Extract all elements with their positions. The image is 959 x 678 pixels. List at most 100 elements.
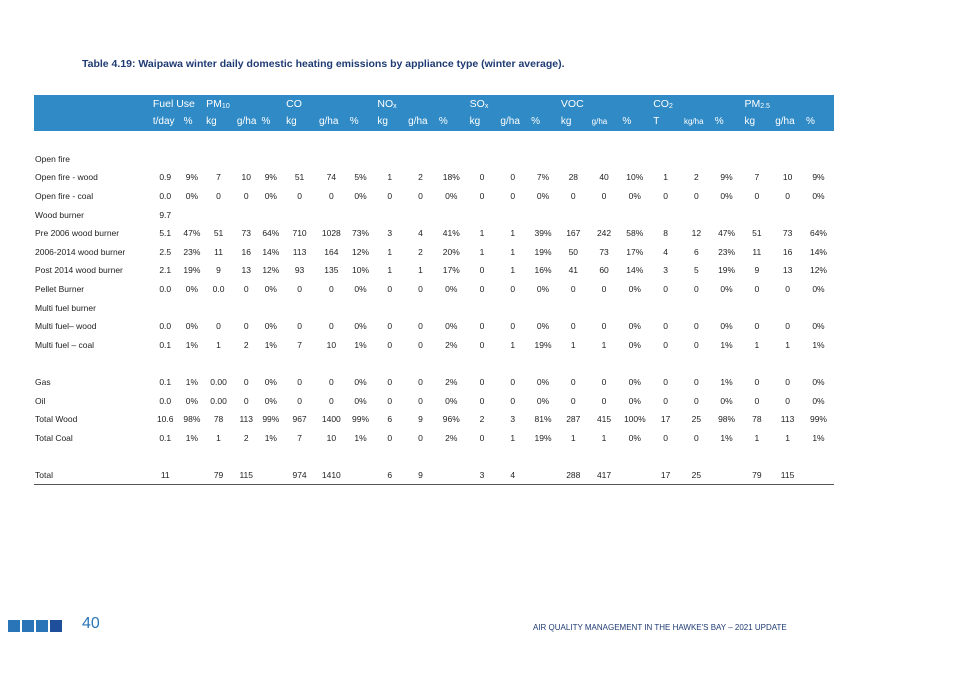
table-cell [258, 465, 284, 486]
table-cell: 79 [203, 465, 234, 486]
table-cell [316, 150, 347, 169]
table-cell: 2 [693, 172, 699, 183]
table-cell: 0% [264, 377, 277, 388]
table-row: Wood burner 9.7 [34, 205, 834, 224]
table-cell [347, 150, 375, 169]
table-cell: 0 [479, 172, 485, 183]
table-cell: 58% [626, 228, 644, 239]
table-cell: 0 [785, 191, 790, 202]
table-cell: 1 [216, 339, 221, 350]
row-label: Wood burner [35, 209, 84, 220]
table-cell: 0 [570, 377, 576, 388]
table-cell: 1% [354, 339, 367, 350]
table-cell: 2 [479, 414, 485, 425]
table-cell: 0 [387, 191, 393, 202]
table-cell: 0 [479, 395, 485, 406]
table-cell: 0 [297, 284, 302, 295]
table-cell: 64% [262, 228, 280, 239]
table-cell: 17 [660, 414, 671, 425]
table-cell: 5% [354, 172, 367, 183]
table-cell: 0 [243, 321, 249, 332]
row-label: Pre 2006 wood burner [35, 228, 120, 239]
header-pm10: PM10 [203, 95, 284, 112]
page-number: 40 [82, 615, 100, 632]
table-cell: 0 [328, 321, 334, 332]
table-cell: 0% [812, 395, 825, 406]
table-cell: 1% [264, 339, 277, 350]
table-cell: 1 [785, 339, 790, 350]
table-cell: 0 [297, 191, 302, 202]
table-cell: 1% [185, 339, 199, 350]
unit-header: % [619, 112, 651, 131]
table-cell [712, 298, 742, 317]
table-cell: 287 [566, 414, 581, 425]
table-cell [711, 465, 742, 486]
table-cell: 1410 [315, 465, 347, 486]
table-cell [650, 205, 681, 224]
table-cell: 0 [601, 395, 607, 406]
table-cell: 8 [663, 228, 668, 239]
table-cell: 417 [588, 465, 620, 486]
table-cell: 0% [445, 395, 458, 406]
table-cell [203, 298, 234, 317]
row-label: 2006-2014 wood burner [35, 246, 126, 257]
table-cell: 0 [570, 321, 576, 332]
header-nox: NOx [374, 95, 467, 112]
table-cell [772, 298, 803, 317]
table-cell: 28 [568, 172, 579, 183]
table-cell [203, 150, 234, 169]
footer-square [8, 620, 20, 632]
table-cell: 0.00 [210, 377, 227, 388]
table-cell [772, 150, 803, 169]
table-cell: 1 [387, 246, 393, 257]
table-cell: 23% [183, 246, 201, 257]
table-cell: 11 [214, 246, 223, 257]
spacer-row [34, 354, 834, 373]
table-cell: 0% [628, 377, 641, 388]
table-cell [467, 298, 498, 317]
table-cell: 0% [185, 191, 199, 202]
table-cell: 0 [328, 284, 334, 295]
table-cell: 0 [418, 284, 423, 295]
table-cell: 0.9 [159, 172, 172, 183]
table-cell: 19% [534, 432, 552, 443]
table-row: Total 11 79 115 974 1410 6 9 3 4 288 417 17 25 79 115 [34, 465, 834, 486]
table-cell: 14% [809, 246, 827, 257]
table-cell [181, 150, 204, 169]
spacer-row [34, 131, 834, 150]
unit-header: g/ha [588, 112, 620, 131]
table-cell: 0% [354, 377, 367, 388]
table-cell: 23% [718, 246, 736, 257]
table-cell [405, 150, 436, 169]
unit-header: g/ha [233, 112, 259, 131]
table-cell: 0 [479, 321, 485, 332]
table-cell: 0 [601, 377, 607, 388]
table-cell [528, 298, 558, 317]
table-cell: 96% [442, 414, 460, 425]
unit-header: t/day [149, 112, 181, 131]
table-cell: 1% [185, 432, 199, 443]
table-cell: 7 [754, 172, 760, 183]
table-cell: 9 [754, 265, 760, 276]
table-cell: 0% [536, 284, 550, 295]
table-cell: 0.1 [159, 432, 172, 443]
table-cell: 0 [479, 432, 485, 443]
row-label: Oil [35, 395, 46, 406]
table-cell [259, 205, 284, 224]
table-cell [259, 150, 284, 169]
table-cell: 10 [782, 172, 793, 183]
table-cell: 0 [510, 284, 516, 295]
table-cell: 0.0 [159, 395, 172, 406]
row-label: Pellet Burner [35, 284, 85, 295]
table-row: 2006-2014 wood burner 2.5 23% 11 16 14% 113 164… [34, 243, 834, 262]
table-cell [283, 205, 316, 224]
table-cell: 73 [599, 246, 609, 257]
table-cell: 0% [812, 284, 825, 295]
table-cell: 0 [297, 395, 302, 406]
table-cell [558, 150, 589, 169]
table-cell: 12 [691, 228, 702, 239]
table-cell: 0 [418, 191, 423, 202]
table-cell: 0% [185, 284, 199, 295]
spacer-row [34, 447, 834, 466]
table-cell: 135 [324, 265, 339, 276]
